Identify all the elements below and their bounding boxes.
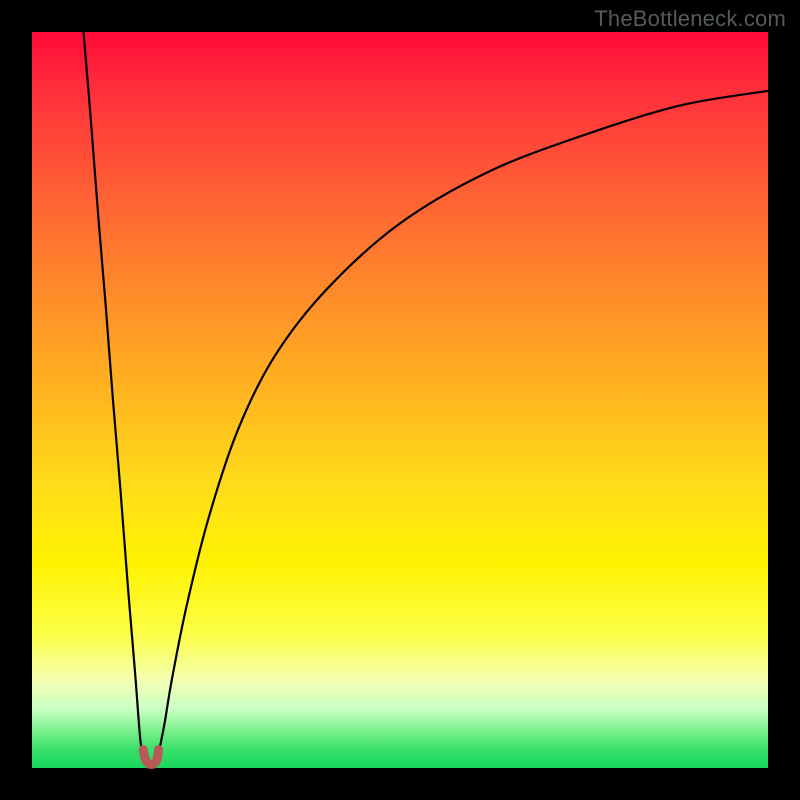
watermark-text: TheBottleneck.com	[594, 6, 786, 32]
plot-area	[32, 32, 768, 768]
curve-layer	[32, 32, 768, 768]
left-curve	[84, 32, 144, 753]
dip-marker	[143, 750, 158, 765]
right-curve	[159, 91, 768, 753]
chart-frame: TheBottleneck.com	[0, 0, 800, 800]
